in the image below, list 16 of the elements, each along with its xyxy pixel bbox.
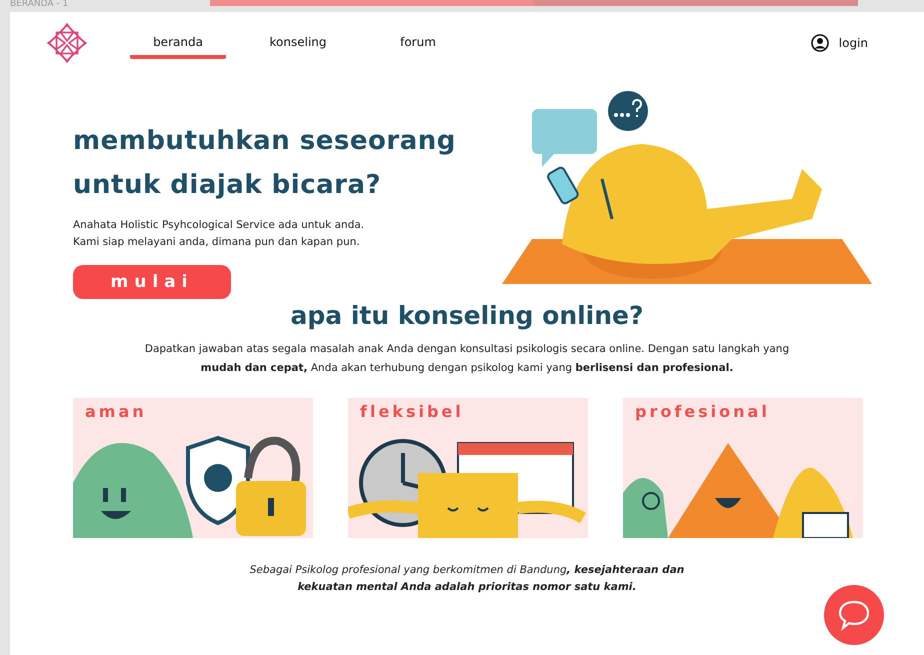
lotus-logo-icon	[46, 22, 88, 64]
card-title: aman	[84, 401, 147, 421]
nav-tab[interactable]: forum	[370, 27, 466, 59]
card-title: fleksibel	[359, 401, 464, 421]
user-icon	[810, 34, 829, 52]
footer-statement: Sebagai Psikolog profesional yang berkomitmen di Bandung, kesejahteraan dan kekuatan mental Anda adalah prioritas nomor satu kami.	[248, 563, 686, 595]
start-button[interactable]: mulai	[73, 265, 231, 299]
hero-heading: membutuhkan seseorang untuk diajak bicara?	[73, 125, 456, 202]
card-title: profesional	[634, 401, 770, 421]
login-link[interactable]: login	[810, 34, 868, 52]
nav-tab[interactable]: beranda	[130, 27, 226, 59]
speech-bubble-icon	[837, 599, 871, 631]
nav-tab[interactable]: konseling	[250, 27, 346, 59]
section-heading: apa itu konseling online?	[289, 301, 645, 330]
section-description: Dapatkan jawaban atas segala masalah anak Anda dengan konsultasi psikologis secara online. Dengan satu langkah yang mudah dan cepat, Anda akan terhubung dengan psikolog kami yang berlisensi dan profesional.	[144, 342, 790, 376]
hero-description: Anahata Holistic Psyhcological Service ada untuk anda. Kami siap melayani anda, dimana pun dan kapan pun.	[73, 218, 366, 250]
